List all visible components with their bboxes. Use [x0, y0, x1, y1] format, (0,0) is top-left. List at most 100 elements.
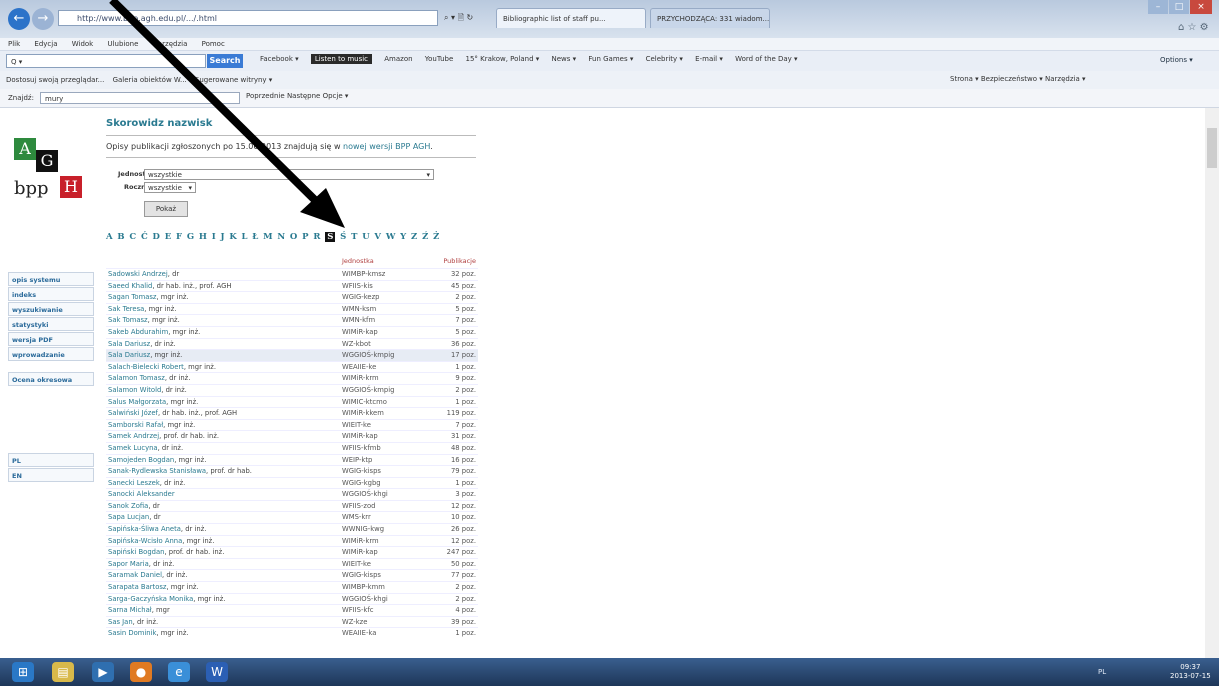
letter-s[interactable]: S	[325, 232, 336, 242]
author-link[interactable]: Sala Dariusz	[108, 351, 150, 359]
letter-w[interactable]: W	[386, 232, 396, 242]
publication-count[interactable]: 79 poz.	[451, 466, 476, 477]
tab-bibliographic[interactable]: Bibliographic list of staff pu...	[496, 8, 646, 28]
publication-count[interactable]: 50 poz.	[451, 559, 476, 570]
letter-g[interactable]: G	[187, 232, 194, 242]
find-next-button[interactable]: Następne	[287, 92, 320, 100]
author-link[interactable]: Salamon Tomasz	[108, 374, 165, 382]
menu-ulubione[interactable]: Ulubione	[107, 40, 138, 48]
toolbar-youtube[interactable]: YouTube	[425, 55, 453, 63]
letter-v[interactable]: V	[374, 232, 381, 242]
author-link[interactable]: Sarna Michał	[108, 606, 152, 614]
author-link[interactable]: Sagan Tomasz	[108, 293, 156, 301]
system-tray[interactable]: PL	[1098, 668, 1106, 676]
publication-count[interactable]: 2 poz.	[455, 292, 476, 303]
toolbar-amazon[interactable]: Amazon	[384, 55, 412, 63]
publication-count[interactable]: 17 poz.	[451, 350, 476, 361]
publication-count[interactable]: 1 poz.	[455, 397, 476, 408]
toolbar-facebook[interactable]: Facebook ▾	[260, 55, 299, 63]
publication-count[interactable]: 2 poz.	[455, 582, 476, 593]
publication-count[interactable]: 2 poz.	[455, 385, 476, 396]
author-link[interactable]: Salus Małgorzata	[108, 398, 166, 406]
new-version-link[interactable]: nowej wersji BPP AGH	[343, 142, 430, 151]
toolbar-search-input[interactable]: Q ▾	[6, 54, 206, 68]
favorite-customize[interactable]: Dostosuj swoją przeglądar...	[6, 76, 104, 84]
publication-count[interactable]: 247 poz.	[447, 547, 476, 558]
letter-n[interactable]: N	[277, 232, 285, 242]
page-scrollbar[interactable]	[1205, 108, 1219, 658]
home-star-gear-icons[interactable]: ⌂ ☆ ⚙	[1178, 22, 1209, 33]
letter-p[interactable]: P	[302, 232, 308, 242]
letter-l[interactable]: L	[242, 232, 248, 242]
letter-i[interactable]: I	[212, 232, 216, 242]
publication-count[interactable]: 7 poz.	[455, 315, 476, 326]
publication-count[interactable]: 4 poz.	[455, 605, 476, 616]
author-link[interactable]: Samborski Rafał	[108, 421, 163, 429]
toolbar-listen-music[interactable]: Listen to music	[310, 54, 373, 64]
toolbar-search-button[interactable]: Search	[207, 54, 243, 68]
toolbar-games[interactable]: Fun Games ▾	[588, 55, 633, 63]
letter-f[interactable]: F	[176, 232, 182, 242]
publication-count[interactable]: 39 poz.	[451, 617, 476, 628]
toolbar-weather[interactable]: 15° Krakow, Poland ▾	[466, 55, 540, 63]
author-link[interactable]: Sak Teresa	[108, 305, 144, 313]
sidebar-item-pdf[interactable]: wersja PDF	[8, 332, 94, 346]
publication-count[interactable]: 16 poz.	[451, 455, 476, 466]
letter-e[interactable]: E	[165, 232, 171, 242]
author-link[interactable]: Sas Jan	[108, 618, 133, 626]
author-link[interactable]: Sakeb Abdurahim	[108, 328, 168, 336]
author-link[interactable]: Salwiński Józef	[108, 409, 158, 417]
publication-count[interactable]: 1 poz.	[455, 478, 476, 489]
author-link[interactable]: Sanecki Leszek	[108, 479, 160, 487]
start-button-icon[interactable]: ⊞	[12, 662, 34, 682]
letter-h[interactable]: H	[199, 232, 207, 242]
unit-select[interactable]: wszystkie ▾	[144, 169, 434, 180]
favorite-suggested[interactable]: Sugerowane witryny ▾	[195, 76, 272, 84]
sidebar-item-opis[interactable]: opis systemu	[8, 272, 94, 286]
sidebar-item-statystyki[interactable]: statystyki	[8, 317, 94, 331]
letter-u[interactable]: U	[362, 232, 369, 242]
sidebar-item-wprowadzanie[interactable]: wprowadzanie	[8, 347, 94, 361]
letter-b[interactable]: B	[117, 232, 124, 242]
menu-narzedzia[interactable]: Narzędzia	[153, 40, 188, 48]
firefox-icon[interactable]: ●	[130, 662, 152, 682]
clock[interactable]: 09:37 2013-07-15	[1170, 663, 1211, 681]
toolbar-celebrity[interactable]: Celebrity ▾	[646, 55, 683, 63]
sidebar-item-wyszukiwanie[interactable]: wyszukiwanie	[8, 302, 94, 316]
letter-c[interactable]: C	[129, 232, 136, 242]
scrollbar-thumb[interactable]	[1207, 128, 1217, 168]
letter-ć[interactable]: Ć	[141, 232, 148, 242]
author-link[interactable]: Saramak Daniel	[108, 571, 162, 579]
menu-edycja[interactable]: Edycja	[34, 40, 57, 48]
publication-count[interactable]: 10 poz.	[451, 512, 476, 523]
publication-count[interactable]: 48 poz.	[451, 443, 476, 454]
publication-count[interactable]: 36 poz.	[451, 339, 476, 350]
close-icon[interactable]: ×	[1190, 0, 1212, 14]
favorite-gallery[interactable]: Galeria obiektów W...	[113, 76, 187, 84]
author-link[interactable]: Sasin Dominik	[108, 629, 156, 637]
back-button[interactable]: ←	[8, 8, 30, 30]
author-link[interactable]: Samek Lucyna	[108, 444, 158, 452]
lang-en[interactable]: EN	[8, 468, 94, 482]
letter-a[interactable]: A	[106, 232, 113, 242]
publication-count[interactable]: 5 poz.	[455, 327, 476, 338]
toolbar-email[interactable]: E-mail ▾	[695, 55, 723, 63]
letter-ś[interactable]: Ś	[340, 232, 346, 242]
letter-k[interactable]: K	[229, 232, 236, 242]
sidebar-item-indeks[interactable]: indeks	[8, 287, 94, 301]
letter-d[interactable]: D	[153, 232, 160, 242]
minimize-icon[interactable]: –	[1148, 0, 1168, 14]
tab-mail[interactable]: PRZYCHODZĄCA: 331 wiadom...	[650, 8, 770, 28]
author-link[interactable]: Samojeden Bogdan	[108, 456, 174, 464]
publication-count[interactable]: 26 poz.	[451, 524, 476, 535]
publication-count[interactable]: 32 poz.	[451, 269, 476, 280]
publication-count[interactable]: 12 poz.	[451, 536, 476, 547]
menu-plik[interactable]: Plik	[8, 40, 20, 48]
find-input[interactable]: mury	[40, 92, 240, 104]
find-prev-button[interactable]: Poprzednie	[246, 92, 285, 100]
letter-y[interactable]: Y	[400, 232, 406, 242]
author-link[interactable]: Sarga-Gaczyńska Monika	[108, 595, 193, 603]
command-bar[interactable]: Strona ▾ Bezpieczeństwo ▾ Narzędzia ▾	[950, 75, 1085, 83]
show-button[interactable]: Pokaż	[144, 201, 188, 217]
author-link[interactable]: Sapińska-Wcisło Anna	[108, 537, 182, 545]
